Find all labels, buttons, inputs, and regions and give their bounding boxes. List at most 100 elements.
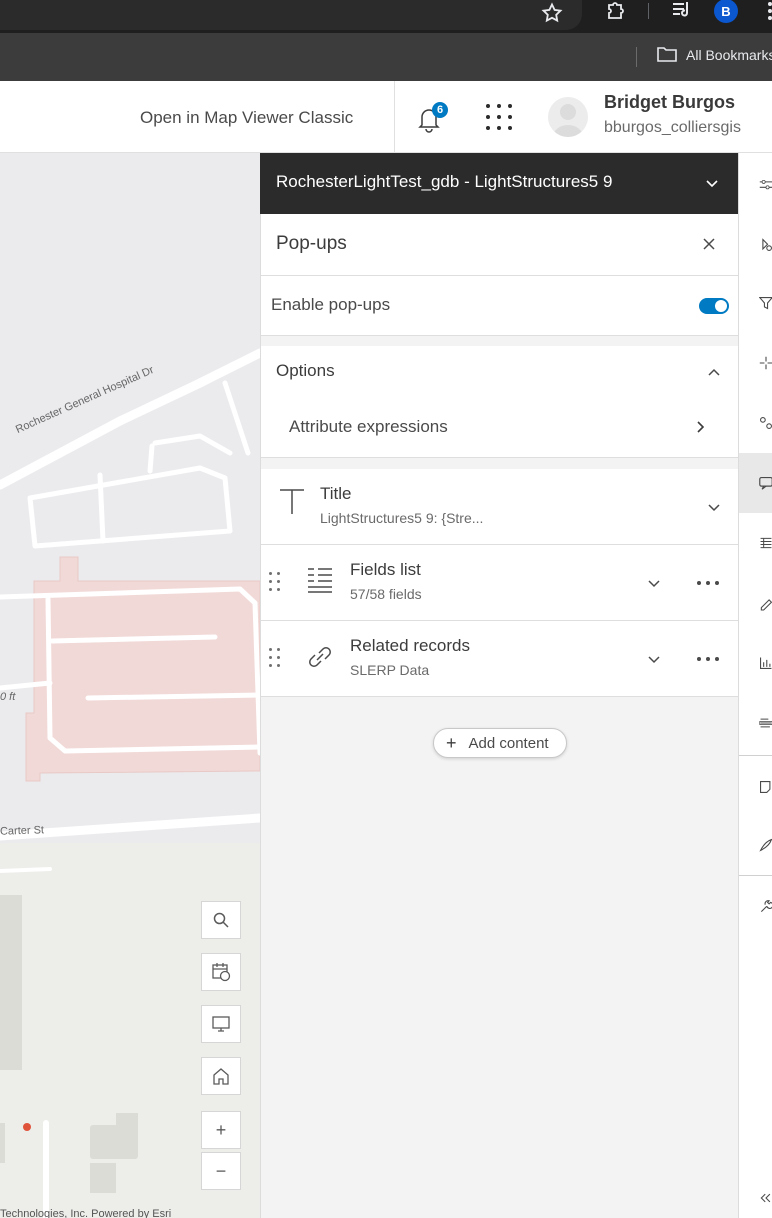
chevron-down-icon[interactable]	[646, 651, 662, 667]
user-id: bburgos_colliersgis	[604, 119, 741, 136]
enable-popups-label: Enable pop-ups	[271, 295, 391, 314]
chevrons-left-icon	[760, 1193, 771, 1203]
effects-tool[interactable]	[739, 333, 772, 393]
sparkle-icon	[759, 356, 772, 370]
bar-chart-icon	[760, 657, 772, 669]
zoom-out-icon: −	[215, 1160, 227, 1181]
label-icon	[760, 599, 772, 611]
content-card-title[interactable]: Title LightStructures5 9: {Stre...	[261, 469, 739, 545]
user-silhouette-icon	[553, 104, 583, 137]
popup-icon	[759, 476, 772, 490]
toolbar-divider	[739, 755, 772, 756]
plus-icon: +	[446, 733, 457, 753]
bookmarks-bar: All Bookmarks	[0, 33, 772, 81]
fields-list-icon	[308, 568, 332, 593]
zoom-in-button[interactable]: +	[201, 1111, 241, 1149]
card-subtitle: SLERP Data	[350, 662, 430, 678]
more-options-icon[interactable]	[697, 651, 719, 667]
config-tool[interactable]	[739, 877, 772, 937]
panel-header: Pop-ups	[261, 214, 739, 276]
sketch-tool[interactable]	[739, 757, 772, 817]
home-button[interactable]	[201, 1057, 241, 1095]
more-options-icon[interactable]	[697, 575, 719, 591]
search-button[interactable]	[201, 901, 241, 939]
time-slider-button[interactable]	[201, 953, 241, 991]
home-icon	[213, 1068, 229, 1085]
enable-popups-toggle[interactable]	[699, 298, 729, 314]
clustering-tool[interactable]	[739, 393, 772, 453]
zoom-out-button[interactable]: −	[201, 1152, 241, 1190]
folder-icon	[657, 47, 677, 62]
add-content-label: Add content	[468, 734, 549, 752]
monitor-icon	[212, 1016, 230, 1032]
card-title: Title	[320, 484, 352, 503]
chevron-up-icon[interactable]	[706, 364, 722, 380]
clustering-icon	[760, 417, 772, 429]
options-label[interactable]: Options	[276, 361, 335, 381]
drag-handle-icon[interactable]	[269, 648, 281, 668]
toolbar-divider	[739, 875, 772, 876]
content-card-fields-list[interactable]: Fields list 57/58 fields	[261, 545, 739, 621]
fullscreen-button[interactable]	[201, 1005, 241, 1043]
profile-avatar[interactable]: B	[714, 0, 738, 23]
app-header: Open in Map Viewer Classic 6 Bridget Bur…	[0, 81, 772, 153]
attribute-expressions-link[interactable]: Attribute expressions	[289, 417, 448, 437]
enable-popups-row: Enable pop-ups	[261, 276, 739, 336]
sliders-icon	[759, 179, 772, 190]
options-section: Options Attribute expressions	[261, 346, 739, 458]
styles-icon	[762, 238, 772, 251]
zoom-in-icon: +	[215, 1119, 227, 1140]
search-icon	[213, 912, 229, 928]
bookmarks-divider	[636, 47, 637, 67]
popups-panel: Pop-ups Enable pop-ups Options Attribute…	[260, 214, 739, 1218]
filter-tool[interactable]	[739, 273, 772, 333]
charts-tool[interactable]	[739, 633, 772, 693]
text-icon	[280, 489, 304, 514]
layer-title: RochesterLightTest_gdb - LightStructures…	[276, 172, 613, 191]
notification-count-badge: 6	[432, 102, 448, 118]
user-name[interactable]: Bridget Burgos	[604, 92, 735, 113]
form-icon	[759, 718, 772, 728]
draw-tool[interactable]	[739, 815, 772, 875]
app-launcher-icon[interactable]	[486, 104, 512, 130]
link-icon	[309, 647, 331, 667]
content-card-related-records[interactable]: Related records SLERP Data	[261, 621, 739, 697]
popups-tool[interactable]	[739, 453, 772, 513]
collapse-toolbar-button[interactable]	[739, 1168, 772, 1218]
bookmark-star-icon[interactable]	[540, 0, 564, 26]
chevron-down-icon[interactable]	[646, 575, 662, 591]
browser-toolbar: B	[0, 0, 772, 33]
properties-tool[interactable]	[739, 155, 772, 215]
chevron-down-icon[interactable]	[703, 175, 721, 193]
card-title: Fields list	[350, 560, 421, 579]
user-avatar[interactable]	[548, 97, 588, 137]
wrench-icon	[760, 900, 772, 913]
map-attribution[interactable]: Technologies, Inc. Powered by Esri	[0, 1208, 260, 1218]
labels-tool[interactable]	[739, 573, 772, 633]
close-icon[interactable]	[701, 236, 717, 252]
open-classic-link[interactable]: Open in Map Viewer Classic	[140, 108, 353, 128]
menu-kebab-icon[interactable]	[762, 0, 772, 24]
scale-fragment: 0 ft	[0, 691, 16, 703]
card-subtitle: LightStructures5 9: {Stre...	[320, 510, 484, 526]
pen-icon	[759, 838, 772, 852]
street-label-carter-st: Carter St	[0, 824, 45, 838]
media-control-icon[interactable]	[670, 0, 694, 22]
toolbar-divider	[648, 3, 649, 19]
styles-tool[interactable]	[739, 215, 772, 275]
add-content-button[interactable]: + Add content	[433, 728, 567, 758]
map-view[interactable]: Rochester General Hospital Dr Carter St …	[0, 153, 260, 1218]
fields-tool[interactable]	[739, 513, 772, 573]
all-bookmarks-link[interactable]: All Bookmarks	[686, 47, 772, 63]
extensions-icon[interactable]	[604, 0, 628, 23]
layer-header[interactable]: RochesterLightTest_gdb - LightStructures…	[260, 153, 738, 214]
chevron-down-icon[interactable]	[706, 499, 722, 515]
header-divider	[394, 81, 395, 153]
address-bar[interactable]	[0, 0, 582, 30]
card-title: Related records	[350, 636, 471, 655]
table-icon	[760, 537, 772, 549]
chevron-right-icon[interactable]	[692, 419, 708, 435]
forms-tool[interactable]	[739, 693, 772, 753]
sketch-icon	[760, 781, 771, 793]
drag-handle-icon[interactable]	[269, 572, 281, 592]
